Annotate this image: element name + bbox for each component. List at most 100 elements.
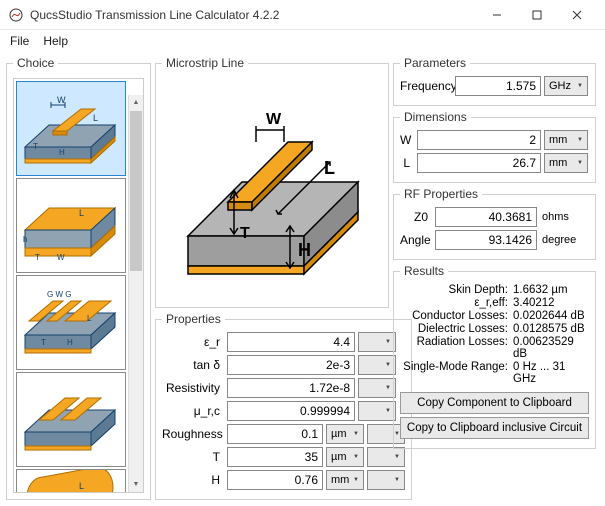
parameters-panel: Parameters FrequencyGHz▼ <box>393 56 596 106</box>
results-legend: Results <box>400 264 448 278</box>
menu-help[interactable]: Help <box>43 34 68 48</box>
w-label: W <box>400 133 414 147</box>
t-input[interactable] <box>227 447 323 467</box>
skin-value: 1.6632 µm <box>512 284 589 296</box>
choice-legend: Choice <box>13 56 58 70</box>
frequency-unit[interactable]: GHz▼ <box>544 76 588 96</box>
resistivity-dropdown[interactable]: ▼ <box>358 378 396 398</box>
mur-input[interactable] <box>227 401 355 421</box>
h-dropdown[interactable]: ▼ <box>367 470 405 490</box>
frequency-input[interactable] <box>455 76 541 96</box>
copy-circuit-button[interactable]: Copy to Clipboard inclusive Circuit <box>400 417 589 439</box>
rad-label: Radiation Losses: <box>400 336 512 360</box>
l-input[interactable] <box>417 153 541 173</box>
rf-legend: RF Properties <box>400 187 482 201</box>
mode-value: 0 Hz ... 31 GHz <box>512 361 589 385</box>
chevron-down-icon: ▼ <box>577 137 583 143</box>
minimize-button[interactable] <box>477 0 517 30</box>
dimensions-panel: Dimensions Wmm▼ Lmm▼ <box>393 110 596 183</box>
diagram-legend: Microstrip Line <box>162 56 248 70</box>
menu-file[interactable]: File <box>10 34 29 48</box>
svg-text:T: T <box>240 225 250 242</box>
chevron-down-icon: ▼ <box>577 83 583 89</box>
choice-substrate[interactable]: L h T W <box>16 178 126 273</box>
chevron-down-icon: ▼ <box>394 477 400 483</box>
tand-input[interactable] <box>227 355 355 375</box>
svg-text:h: h <box>23 235 27 244</box>
resistivity-input[interactable] <box>227 378 355 398</box>
ereff-label: ε_r,eff: <box>400 297 512 309</box>
w-unit[interactable]: mm▼ <box>544 130 588 150</box>
diel-label: Dielectric Losses: <box>400 323 512 335</box>
microstrip-diagram: W L T H <box>172 90 372 290</box>
scroll-down-icon[interactable]: ▼ <box>129 477 143 492</box>
svg-text:W: W <box>57 253 65 262</box>
h-unit[interactable]: mm▼ <box>326 470 364 490</box>
chevron-down-icon: ▼ <box>385 362 391 368</box>
z0-label: Z0 <box>400 210 432 224</box>
scroll-thumb[interactable] <box>130 111 142 271</box>
ereff-value: 3.40212 <box>512 297 589 309</box>
mur-dropdown[interactable]: ▼ <box>358 401 396 421</box>
choice-scrollbar[interactable]: ▲ ▼ <box>128 95 143 492</box>
er-dropdown[interactable]: ▼ <box>358 332 396 352</box>
angle-unit: degree <box>540 234 580 246</box>
choice-microstrip[interactable]: W L T H <box>16 81 126 176</box>
chevron-down-icon: ▼ <box>577 160 583 166</box>
copy-component-button[interactable]: Copy Component to Clipboard <box>400 392 589 414</box>
properties-legend: Properties <box>162 312 225 326</box>
svg-text:T: T <box>41 338 46 347</box>
choice-coax[interactable]: L din <box>16 469 126 493</box>
menubar: File Help <box>0 30 605 52</box>
chevron-down-icon: ▼ <box>353 431 359 437</box>
choice-coplanar[interactable]: G W G L T H <box>16 275 126 370</box>
h-input[interactable] <box>227 470 323 490</box>
close-button[interactable] <box>557 0 597 30</box>
mur-label: μ_r,c <box>162 404 224 418</box>
roughness-input[interactable] <box>227 424 323 444</box>
svg-text:W: W <box>266 111 282 128</box>
tand-dropdown[interactable]: ▼ <box>358 355 396 375</box>
t-label: T <box>162 450 224 464</box>
scroll-up-icon[interactable]: ▲ <box>129 95 143 110</box>
chevron-down-icon: ▼ <box>385 339 391 345</box>
maximize-button[interactable] <box>517 0 557 30</box>
chevron-down-icon: ▼ <box>385 385 391 391</box>
results-panel: Results Skin Depth:1.6632 µm ε_r,eff:3.4… <box>393 264 596 449</box>
z0-input[interactable] <box>435 207 537 227</box>
choice-coupled[interactable] <box>16 372 126 467</box>
svg-text:T: T <box>33 142 38 151</box>
frequency-label: Frequency <box>400 79 452 93</box>
diagram-panel: Microstrip Line W L T <box>155 56 389 308</box>
l-unit[interactable]: mm▼ <box>544 153 588 173</box>
w-input[interactable] <box>417 130 541 150</box>
mode-label: Single-Mode Range: <box>400 361 512 385</box>
window-title: QucsStudio Transmission Line Calculator … <box>30 8 477 22</box>
svg-text:L: L <box>93 113 98 123</box>
svg-text:T: T <box>35 253 40 262</box>
choice-panel: Choice W L T H <box>6 56 151 500</box>
choice-list[interactable]: W L T H L h T W <box>13 78 144 493</box>
t-dropdown[interactable]: ▼ <box>367 447 405 467</box>
chevron-down-icon: ▼ <box>353 454 359 460</box>
svg-text:H: H <box>67 338 73 347</box>
angle-input[interactable] <box>435 230 537 250</box>
cond-value: 0.0202644 dB <box>512 310 589 322</box>
t-unit[interactable]: µm▼ <box>326 447 364 467</box>
diel-value: 0.0128575 dB <box>512 323 589 335</box>
svg-text:H: H <box>298 240 311 260</box>
rad-value: 0.00623529 dB <box>512 336 589 360</box>
dimensions-legend: Dimensions <box>400 110 471 124</box>
app-icon <box>8 7 24 23</box>
h-label: H <box>162 473 224 487</box>
chevron-down-icon: ▼ <box>353 477 359 483</box>
svg-text:G W G: G W G <box>47 290 71 299</box>
er-label: ε_r <box>162 335 224 349</box>
z0-unit: ohms <box>540 211 580 223</box>
er-input[interactable] <box>227 332 355 352</box>
properties-panel: Properties ε_r▼ tan δ▼ Resistivity▼ μ_r,… <box>155 312 412 500</box>
rf-panel: RF Properties Z0ohms Angledegree <box>393 187 596 260</box>
svg-text:L: L <box>79 208 84 218</box>
resistivity-label: Resistivity <box>162 381 224 395</box>
roughness-unit[interactable]: µm▼ <box>326 424 364 444</box>
